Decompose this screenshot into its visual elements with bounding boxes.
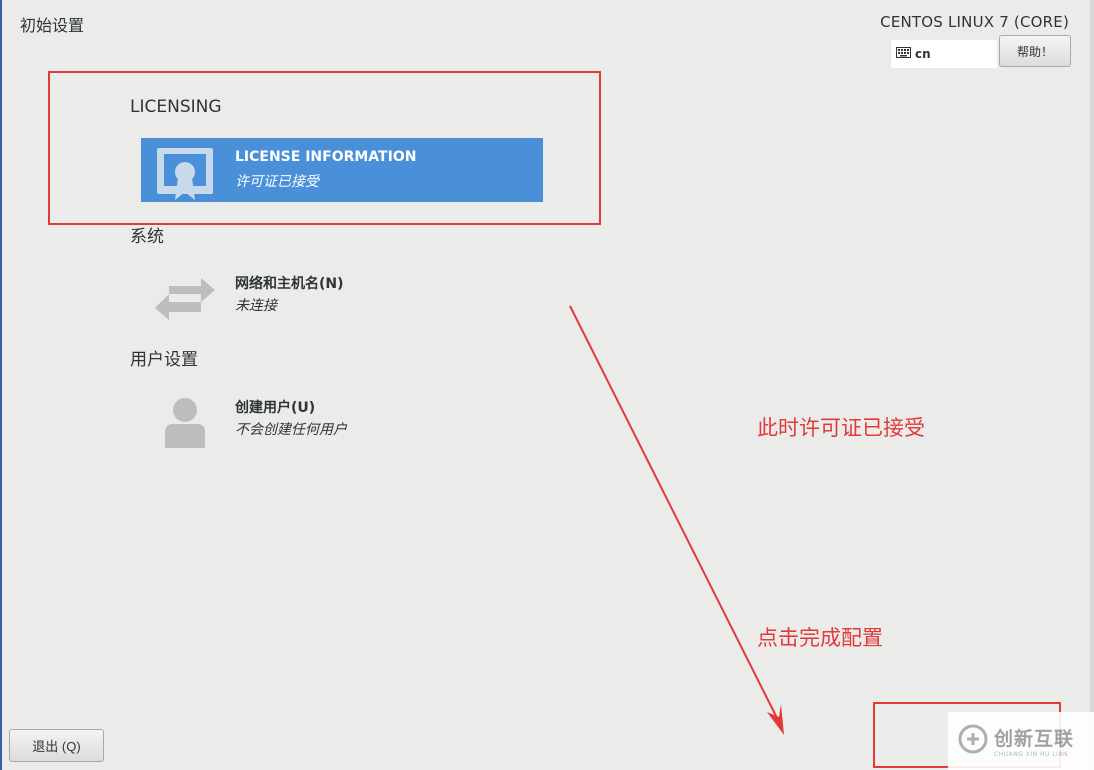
page-title: 初始设置: [20, 16, 85, 35]
spoke-status: 不会创建任何用户: [235, 422, 347, 438]
spoke-title: 创建用户(U): [235, 400, 316, 416]
watermark-subtext: CHUANG XIN HU LIAN: [994, 751, 1069, 758]
window-frame-right: [1090, 0, 1094, 770]
watermark-logo-icon: [958, 724, 988, 758]
watermark: 创新互联 CHUANG XIN HU LIAN: [948, 712, 1094, 770]
network-arrows-icon: [155, 266, 215, 324]
watermark-text: 创新互联: [994, 728, 1075, 750]
product-title: CENTOS LINUX 7 (CORE): [880, 13, 1069, 31]
keyboard-layout-indicator[interactable]: cn: [891, 40, 997, 68]
spoke-title: 网络和主机名(N): [235, 276, 344, 292]
annotation-note-license: 此时许可证已接受: [757, 416, 925, 440]
section-heading-user-settings: 用户设置: [130, 350, 198, 370]
keyboard-layout-label: cn: [915, 47, 931, 61]
window-frame-left: [0, 0, 2, 770]
annotation-note-finish: 点击完成配置: [757, 626, 883, 650]
quit-button[interactable]: 退出 (Q): [9, 729, 104, 762]
spoke-network-hostname[interactable]: 网络和主机名(N) 未连接: [141, 262, 543, 326]
spoke-create-user[interactable]: 创建用户(U) 不会创建任何用户: [141, 386, 543, 450]
spoke-status: 未连接: [235, 298, 277, 314]
keyboard-icon: [896, 47, 911, 61]
annotation-box-licensing: [48, 71, 601, 225]
user-icon: [155, 390, 215, 448]
help-button[interactable]: 帮助！: [999, 35, 1071, 67]
section-heading-system: 系统: [130, 227, 164, 247]
